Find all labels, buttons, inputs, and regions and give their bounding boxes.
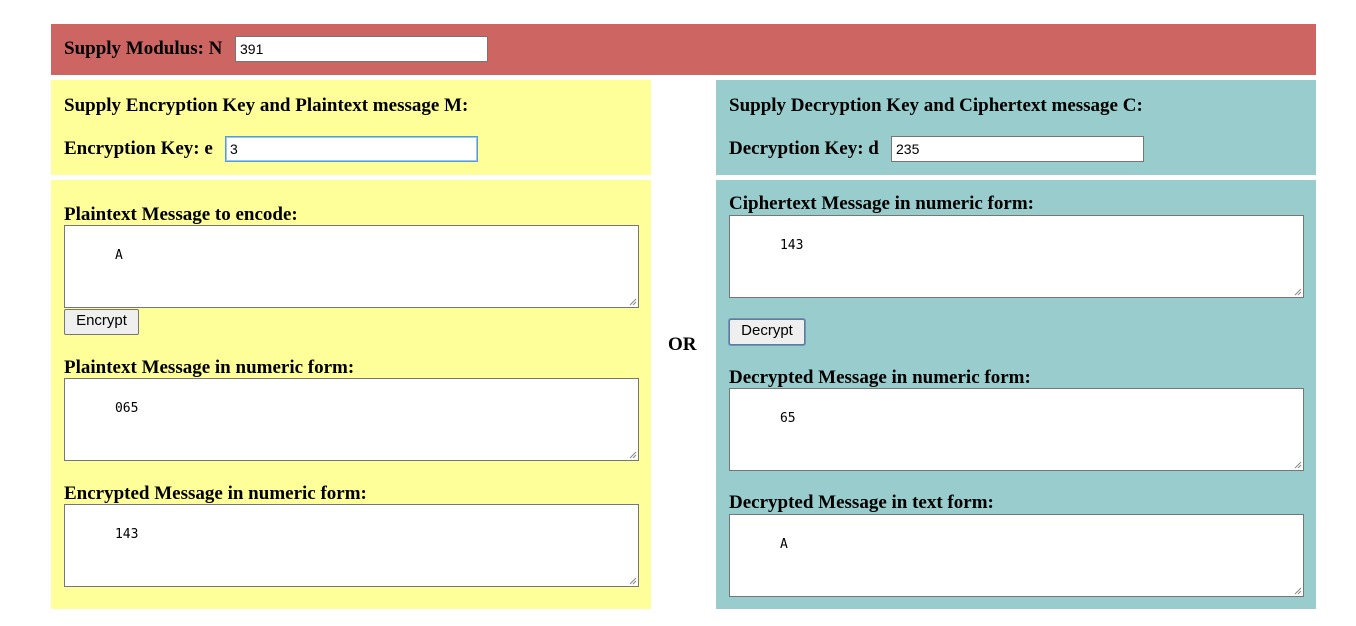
resize-grip-icon[interactable] bbox=[1294, 461, 1302, 469]
decrypted-text-textarea[interactable]: A bbox=[729, 514, 1304, 597]
decryption-key-input[interactable]: 235 bbox=[891, 136, 1144, 162]
encryption-key-label: Encryption Key: e bbox=[64, 138, 213, 159]
modulus-bar: Supply Modulus: N 391 bbox=[51, 24, 1316, 75]
decrypt-button[interactable]: Decrypt bbox=[729, 319, 805, 345]
plaintext-numeric-label: Plaintext Message in numeric form: bbox=[64, 357, 355, 378]
decrypted-numeric-textarea[interactable]: 65 bbox=[729, 388, 1304, 471]
decryption-key-label: Decryption Key: d bbox=[729, 138, 879, 159]
plaintext-numeric-value: 065 bbox=[114, 401, 139, 416]
plaintext-numeric-textarea[interactable]: 065 bbox=[64, 378, 639, 461]
resize-grip-icon[interactable] bbox=[1294, 288, 1302, 296]
plaintext-textarea[interactable]: A bbox=[64, 225, 639, 308]
decryption-message-panel: Ciphertext Message in numeric form: 143 … bbox=[716, 180, 1316, 609]
encrypted-numeric-value: 143 bbox=[114, 527, 139, 542]
decryption-key-panel: Supply Decryption Key and Ciphertext mes… bbox=[716, 80, 1316, 175]
encryption-key-input[interactable]: 3 bbox=[225, 136, 478, 162]
ciphertext-value: 143 bbox=[779, 238, 804, 253]
decrypted-text-value: A bbox=[779, 537, 788, 552]
decrypted-numeric-value: 65 bbox=[779, 411, 796, 426]
decryption-header: Supply Decryption Key and Ciphertext mes… bbox=[729, 95, 1143, 116]
resize-grip-icon[interactable] bbox=[1294, 587, 1302, 595]
encrypted-numeric-textarea[interactable]: 143 bbox=[64, 504, 639, 587]
encryption-key-panel: Supply Encryption Key and Plaintext mess… bbox=[51, 80, 651, 175]
modulus-input[interactable]: 391 bbox=[235, 36, 488, 62]
resize-grip-icon[interactable] bbox=[629, 577, 637, 585]
decrypted-numeric-label: Decrypted Message in numeric form: bbox=[729, 367, 1031, 388]
resize-grip-icon[interactable] bbox=[629, 298, 637, 306]
ciphertext-label: Ciphertext Message in numeric form: bbox=[729, 193, 1034, 214]
or-separator: OR bbox=[668, 334, 697, 355]
decrypted-text-label: Decrypted Message in text form: bbox=[729, 492, 994, 513]
plaintext-value: A bbox=[114, 248, 123, 263]
resize-grip-icon[interactable] bbox=[629, 451, 637, 459]
plaintext-label: Plaintext Message to encode: bbox=[64, 204, 298, 225]
encrypted-numeric-label: Encrypted Message in numeric form: bbox=[64, 483, 367, 504]
modulus-label: Supply Modulus: N bbox=[64, 38, 223, 59]
rsa-calculator-page: Supply Modulus: N 391 Supply Encryption … bbox=[0, 0, 1356, 626]
encrypt-button[interactable]: Encrypt bbox=[64, 309, 139, 335]
encryption-header: Supply Encryption Key and Plaintext mess… bbox=[64, 95, 469, 116]
encryption-message-panel: Plaintext Message to encode: A Encrypt P… bbox=[51, 180, 651, 609]
ciphertext-textarea[interactable]: 143 bbox=[729, 215, 1304, 298]
